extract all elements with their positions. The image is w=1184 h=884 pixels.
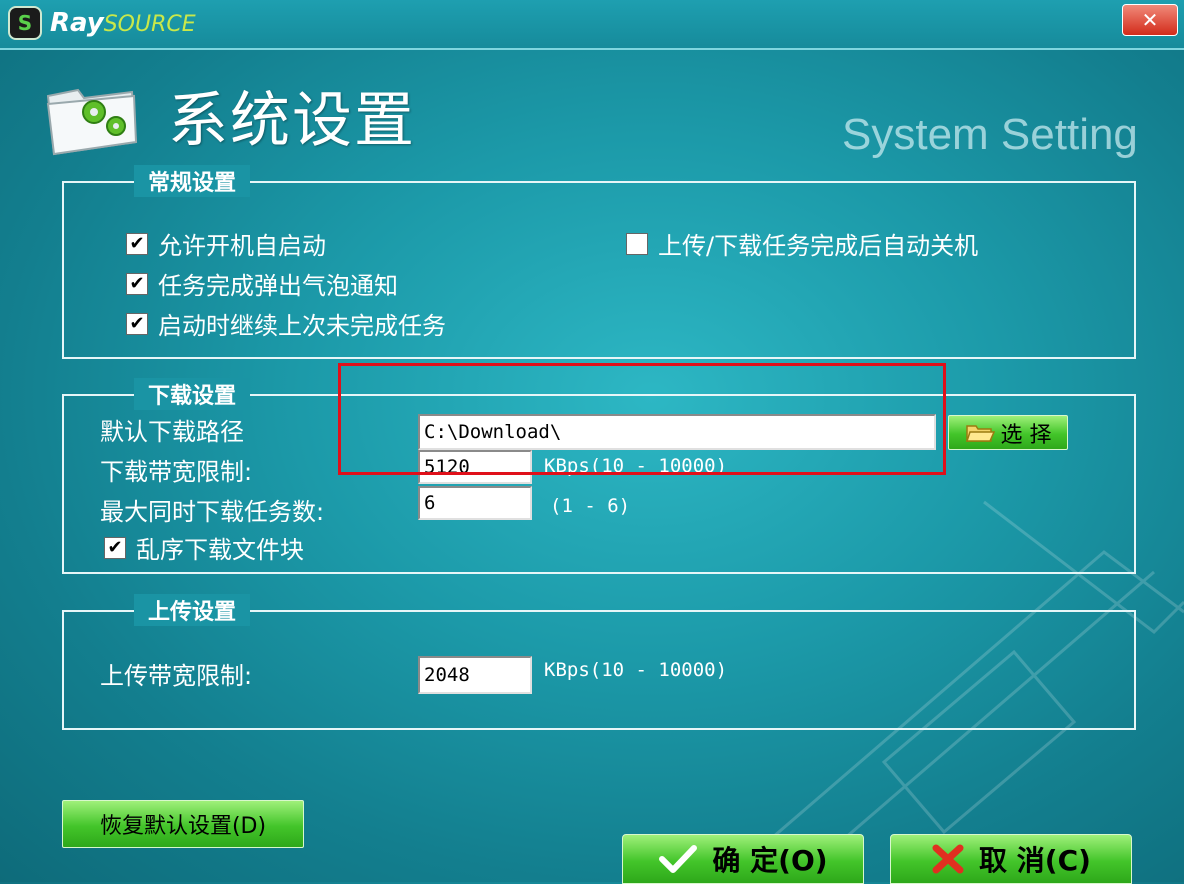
cancel-button[interactable]: 取 消(C) <box>890 834 1132 884</box>
page-subtitle: System Setting <box>842 110 1138 159</box>
title-bar-divider <box>0 48 1184 50</box>
resume-checkbox[interactable]: ✔ <box>126 312 148 335</box>
shutdown-checkbox[interactable] <box>626 232 648 255</box>
browse-button-label: 选 择 <box>1000 422 1052 448</box>
balloon-checkbox-row[interactable]: ✔ 任务完成弹出气泡通知 <box>126 266 398 301</box>
check-icon <box>659 845 698 873</box>
download-settings-legend: 下载设置 <box>134 378 251 410</box>
upload-bandwidth-input[interactable]: 2048 <box>418 656 532 694</box>
autostart-label: 允许开机自启动 <box>158 232 326 260</box>
title-bar: S RaySOURCE ✕ <box>0 0 1184 48</box>
upload-bandwidth-hint: KBps(10 - 10000) <box>544 659 728 681</box>
logo-icon: S <box>8 6 42 40</box>
autostart-checkbox[interactable]: ✔ <box>126 232 148 255</box>
close-button[interactable]: ✕ <box>1122 4 1178 36</box>
folder-gear-icon <box>46 88 138 156</box>
shuffle-checkbox[interactable]: ✔ <box>104 536 126 559</box>
highlight-box <box>338 363 946 475</box>
general-settings-legend: 常规设置 <box>134 165 251 197</box>
balloon-checkbox[interactable]: ✔ <box>126 272 148 295</box>
download-path-label: 默认下载路径 <box>100 418 244 446</box>
app-logo: S RaySOURCE <box>8 6 196 40</box>
page-title: 系统设置 <box>168 86 416 156</box>
shuffle-checkbox-row[interactable]: ✔ 乱序下载文件块 <box>104 530 304 565</box>
cancel-button-label: 取 消(C) <box>979 844 1091 877</box>
cross-icon <box>932 844 964 874</box>
max-tasks-input[interactable]: 6 <box>418 486 532 520</box>
ok-button-label: 确 定(O) <box>712 844 828 877</box>
folder-open-icon <box>965 424 995 442</box>
max-tasks-label: 最大同时下载任务数: <box>100 498 325 526</box>
browse-button[interactable]: 选 择 <box>948 415 1068 450</box>
ok-button[interactable]: 确 定(O) <box>622 834 864 884</box>
upload-bandwidth-label: 上传带宽限制: <box>100 662 253 690</box>
autostart-checkbox-row[interactable]: ✔ 允许开机自启动 <box>126 226 326 261</box>
restore-defaults-label: 恢复默认设置(D) <box>99 814 267 839</box>
resume-checkbox-row[interactable]: ✔ 启动时继续上次未完成任务 <box>126 306 446 341</box>
resume-label: 启动时继续上次未完成任务 <box>158 312 446 340</box>
logo-wordmark: RaySOURCE <box>50 8 196 38</box>
shuffle-label: 乱序下载文件块 <box>136 536 304 564</box>
balloon-label: 任务完成弹出气泡通知 <box>158 272 398 300</box>
shutdown-checkbox-row[interactable]: 上传/下载任务完成后自动关机 <box>626 226 978 261</box>
shutdown-label: 上传/下载任务完成后自动关机 <box>658 232 979 260</box>
restore-defaults-button[interactable]: 恢复默认设置(D) <box>62 800 304 848</box>
max-tasks-hint: (1 - 6) <box>550 495 631 517</box>
download-bandwidth-label: 下载带宽限制: <box>100 458 253 486</box>
upload-settings-legend: 上传设置 <box>134 594 251 626</box>
